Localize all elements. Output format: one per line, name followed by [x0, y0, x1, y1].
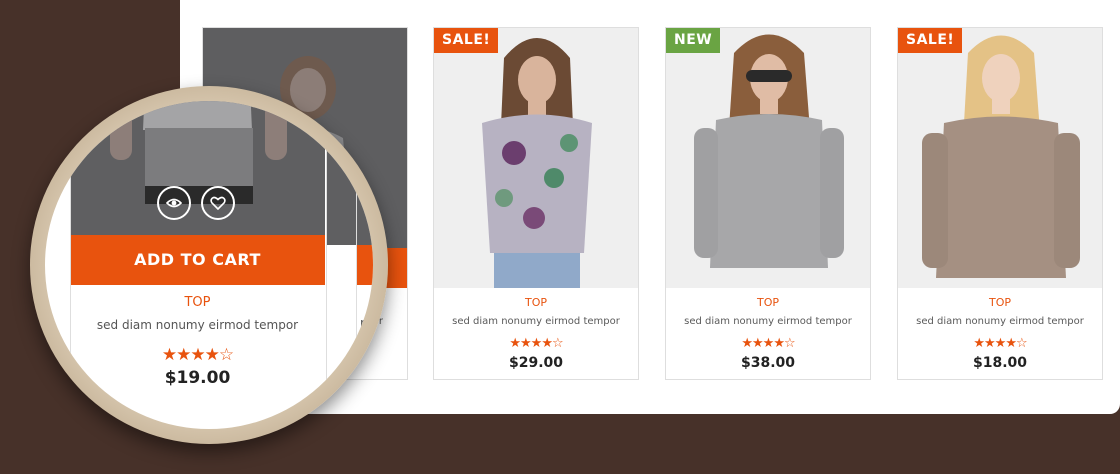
magnifier-lens: ADD TO CART TOP sed diam nonumy eirmod t… — [45, 101, 373, 429]
product-image[interactable]: SALE! — [898, 28, 1102, 288]
product-card[interactable]: NEW TOP sed diam nonumy eirmod tempor ★★… — [665, 27, 871, 380]
product-category[interactable]: TOP — [666, 296, 870, 309]
neighbor-image — [326, 101, 373, 245]
sale-badge: SALE! — [434, 28, 499, 53]
rating-stars: ★★★★☆ — [973, 336, 1027, 351]
product-card[interactable]: SALE! TOP sed diam nonumy eirmod tempor … — [897, 27, 1103, 380]
neighbor-cart-strip — [356, 245, 373, 285]
new-badge: NEW — [666, 28, 721, 53]
magnified-price: $19.00 — [164, 368, 231, 388]
product-price: $29.00 — [508, 355, 564, 371]
sale-badge: SALE! — [898, 28, 963, 53]
product-price: $18.00 — [972, 355, 1028, 371]
product-image[interactable]: NEW — [666, 28, 870, 288]
card-divider — [356, 101, 357, 402]
product-description[interactable]: sed diam nonumy eirmod tempor — [434, 316, 638, 327]
magnified-category[interactable]: TOP — [70, 295, 325, 310]
neighbor-description-partial: r — [360, 316, 365, 330]
product-image[interactable]: SALE! — [434, 28, 638, 288]
rating-stars: ★★★★☆ — [509, 336, 563, 351]
rating-stars: ★★★★☆ — [741, 336, 795, 351]
magnified-description[interactable]: sed diam nonumy eirmod tempor — [70, 318, 325, 332]
magnified-rating-stars: ★★★★☆ — [161, 345, 234, 365]
product-card[interactable]: SALE! TOP sed diam nonumy eirmod tempor … — [433, 27, 639, 380]
product-category[interactable]: TOP — [434, 296, 638, 309]
product-description[interactable]: sed diam nonumy eirmod tempor — [666, 316, 870, 327]
product-description[interactable]: sed diam nonumy eirmod tempor — [898, 316, 1102, 327]
product-price: $38.00 — [740, 355, 796, 371]
product-category[interactable]: TOP — [898, 296, 1102, 309]
